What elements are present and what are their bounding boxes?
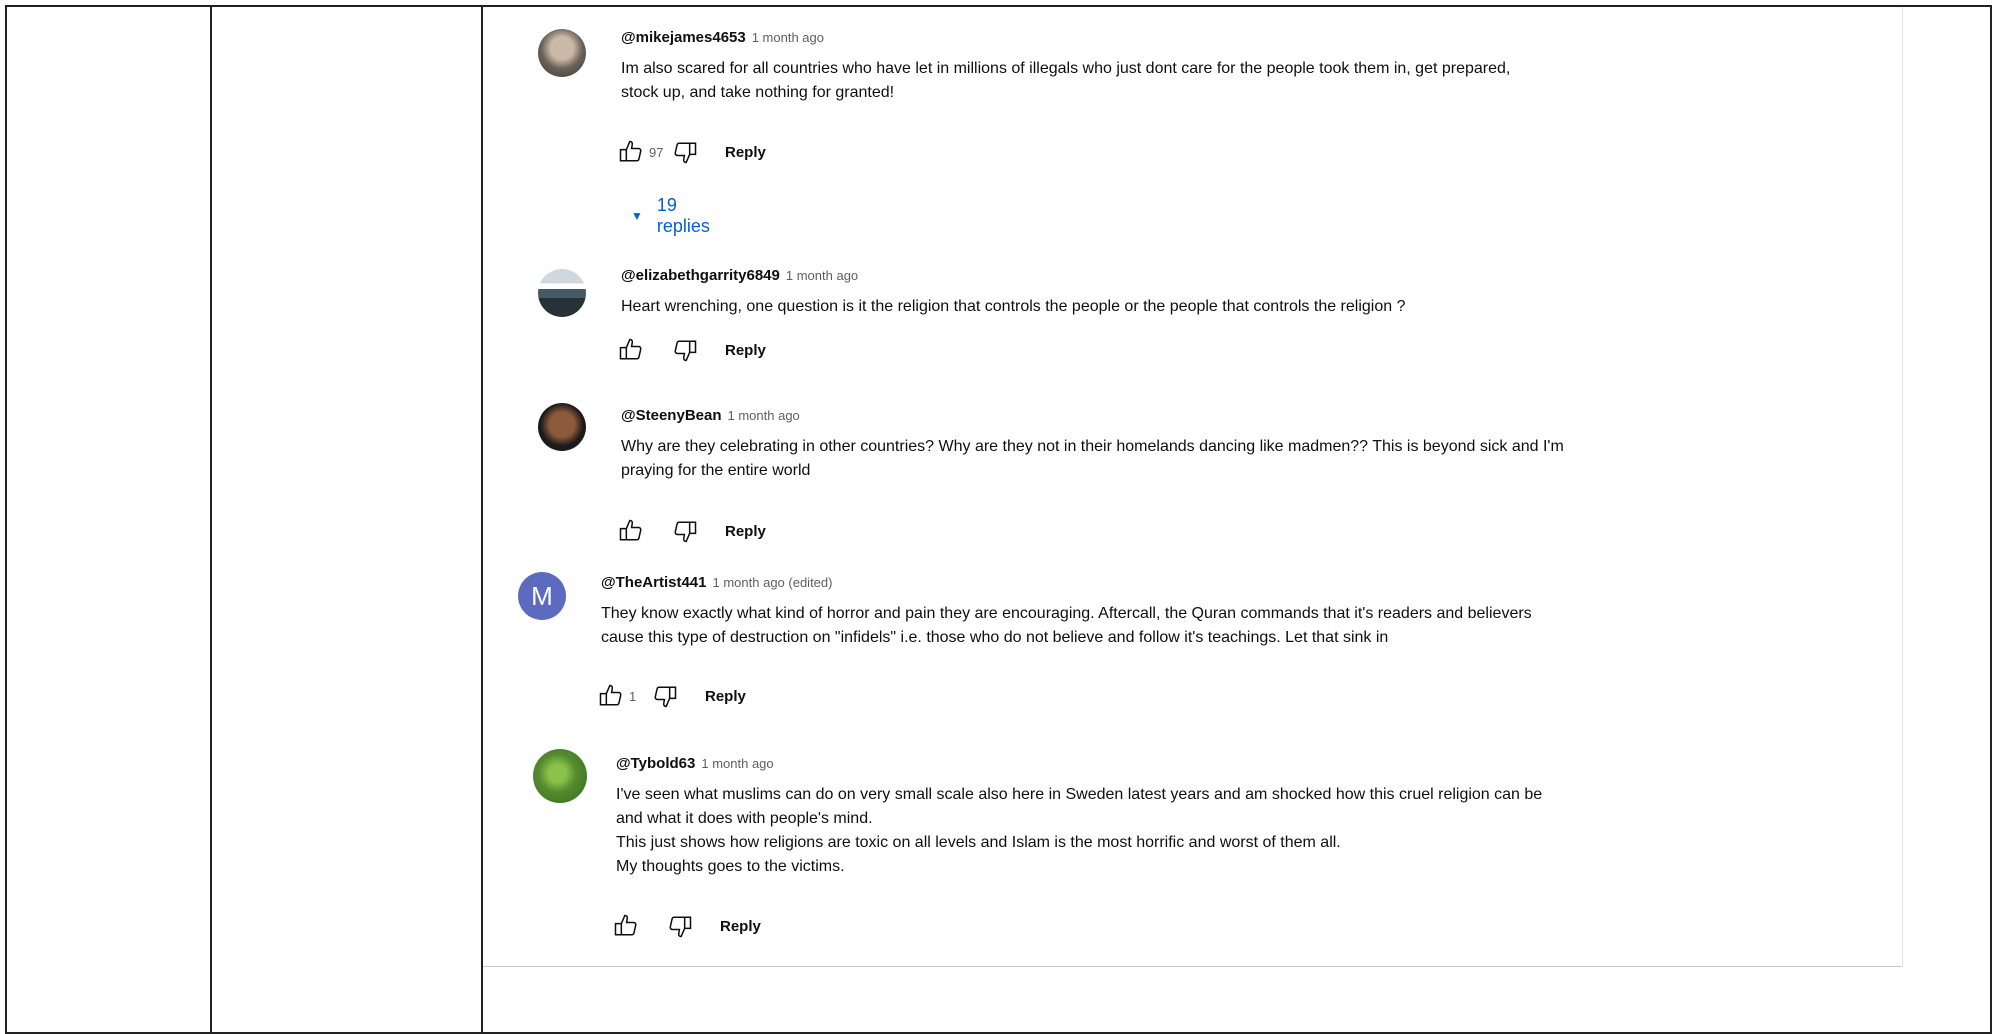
reply-button[interactable]: Reply: [725, 144, 766, 161]
reply-button[interactable]: Reply: [705, 688, 746, 705]
view-replies-button[interactable]: ▼ 19 replies: [631, 195, 710, 237]
caret-down-icon: ▼: [631, 209, 643, 223]
comment-actions: Reply: [612, 912, 761, 940]
comment-actions: Reply: [617, 336, 766, 364]
comment-actions: 97 Reply: [617, 138, 766, 166]
thumb-down-icon[interactable]: [671, 138, 699, 166]
comment-timestamp[interactable]: 1 month ago: [752, 30, 824, 45]
comment-text: They know exactly what kind of horror an…: [601, 605, 1532, 646]
comment-actions: Reply: [617, 517, 766, 545]
avatar[interactable]: [538, 269, 586, 317]
comment-timestamp[interactable]: 1 month ago: [701, 756, 773, 771]
reply-button[interactable]: Reply: [720, 918, 761, 935]
thumb-up-icon[interactable]: [617, 517, 645, 545]
avatar-letter: M: [531, 580, 553, 611]
like-count: 1: [629, 688, 637, 704]
thumb-down-icon[interactable]: [651, 682, 679, 710]
table-left-border: [5, 5, 7, 1034]
thumb-down-icon[interactable]: [671, 336, 699, 364]
comment-text: Why are they celebrating in other countr…: [621, 438, 1564, 479]
thumb-down-icon[interactable]: [671, 517, 699, 545]
reply-button[interactable]: Reply: [725, 523, 766, 540]
reply-button[interactable]: Reply: [725, 342, 766, 359]
thumb-up-icon[interactable]: [612, 912, 640, 940]
thumb-up-icon[interactable]: [617, 138, 645, 166]
avatar[interactable]: [538, 29, 586, 77]
comment-timestamp[interactable]: 1 month ago (edited): [713, 575, 833, 590]
like-count: 97: [649, 144, 664, 160]
avatar[interactable]: M: [518, 572, 566, 620]
comment-author[interactable]: @Tybold63: [616, 755, 695, 772]
comment-text: I've seen what muslims can do on very sm…: [616, 786, 1543, 875]
thumb-down-icon[interactable]: [666, 912, 694, 940]
comment-text: Im also scared for all countries who hav…: [621, 60, 1511, 101]
table-column-divider-1: [210, 5, 212, 1034]
replies-count-label: 19 replies: [656, 195, 710, 236]
comments-screenshot: @mikejames4653 1 month ago Im also scared…: [483, 7, 1903, 967]
screenshot-bottom-edge: [483, 966, 1903, 967]
comment-author[interactable]: @mikejames4653: [621, 29, 746, 46]
comment-timestamp[interactable]: 1 month ago: [728, 408, 800, 423]
thumb-up-icon[interactable]: [597, 682, 625, 710]
comment-timestamp[interactable]: 1 month ago: [786, 268, 858, 283]
comment-actions: 1 Reply: [597, 682, 746, 710]
avatar[interactable]: [533, 749, 587, 803]
comment-author[interactable]: @TheArtist441: [601, 574, 707, 591]
comment-author[interactable]: @elizabethgarrity6849: [621, 267, 780, 284]
screenshot-right-edge: [1902, 7, 1903, 967]
comment-author[interactable]: @SteenyBean: [621, 407, 722, 424]
avatar[interactable]: [538, 403, 586, 451]
comment-text: Heart wrenching, one question is it the …: [621, 298, 1406, 315]
table-right-border: [1990, 5, 1992, 1034]
thumb-up-icon[interactable]: [617, 336, 645, 364]
